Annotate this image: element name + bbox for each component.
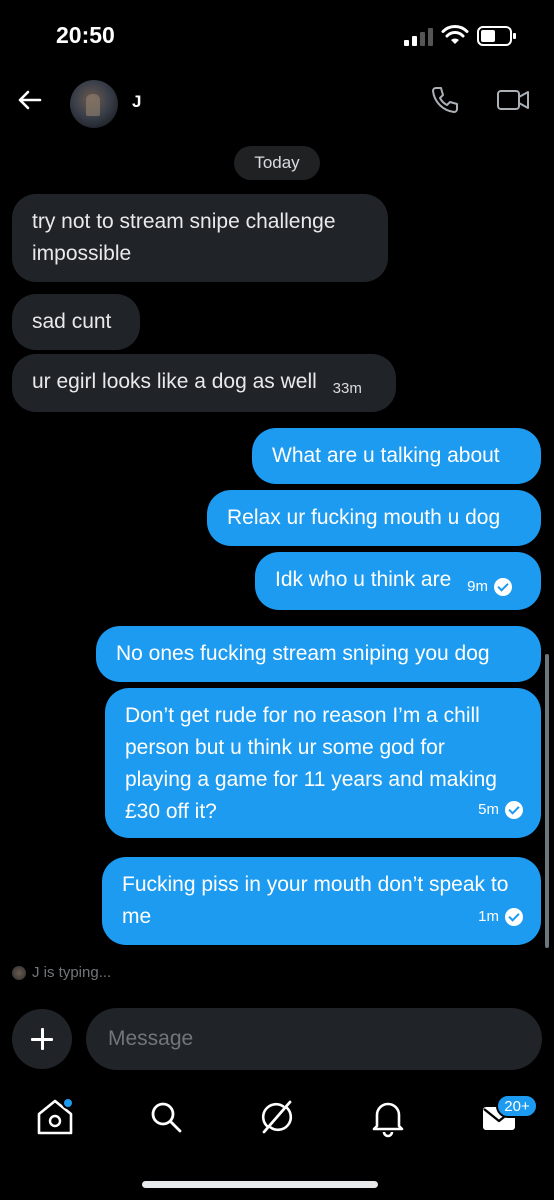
messages-badge: 20+ [496,1094,538,1118]
message-outgoing[interactable]: Fucking piss in your mouth don’t speak t… [102,857,541,945]
typing-avatar [12,965,26,980]
message-time: 33m [332,380,362,397]
message-time: 9m [467,578,488,595]
message-incoming[interactable]: ur egirl looks like a dog as well 33m [12,354,396,412]
wifi-icon [441,25,469,44]
message-meta: 1m [478,901,523,933]
message-incoming[interactable]: try not to stream snipe challenge imposs… [12,194,388,282]
grok-icon[interactable] [254,1094,300,1140]
message-placeholder: Message [108,1027,194,1050]
message-text: ur egirl looks like a dog as well [32,370,317,393]
message-text: Fucking piss in your mouth don’t speak t… [122,873,509,928]
message-text: No ones fucking stream sniping you dog [116,642,490,665]
contact-avatar[interactable] [70,80,118,128]
message-text: What are u talking about [272,444,500,467]
read-receipt-icon [505,908,523,926]
message-input[interactable]: Message [86,1008,542,1070]
message-incoming[interactable]: sad cunt [12,294,140,350]
message-text: Don’t get rude for no reason I’m a chill… [125,704,497,823]
message-outgoing[interactable]: No ones fucking stream sniping you dog [96,626,541,682]
read-receipt-icon [493,578,512,596]
search-icon[interactable] [143,1094,189,1140]
add-attachment-button[interactable] [12,1009,72,1069]
home-icon[interactable] [32,1094,78,1140]
typing-indicator: J is typing... [12,964,111,981]
back-arrow-icon[interactable] [14,84,46,116]
video-call-icon[interactable] [496,84,530,116]
battery-icon [477,26,516,46]
message-text: Relax ur fucking mouth u dog [227,506,501,529]
typing-text: J is typing... [32,964,112,981]
message-outgoing[interactable]: Relax ur fucking mouth u dog [207,490,541,546]
read-receipt-icon [505,801,523,819]
cellular-signal-icon [404,28,434,46]
message-time: 5m [478,801,499,818]
date-divider: Today [234,146,320,180]
message-outgoing[interactable]: Idk who u think are 9m [255,552,541,610]
notifications-bell-icon[interactable] [365,1094,411,1140]
message-time: 1m [478,908,499,925]
message-outgoing[interactable]: Don’t get rude for no reason I’m a chill… [105,688,541,838]
message-text: Idk who u think are [275,568,452,591]
message-meta: 33m [333,373,362,405]
message-meta: 5m [478,794,523,826]
message-meta: 9m [467,571,512,603]
message-outgoing[interactable]: What are u talking about [252,428,541,484]
contact-name[interactable]: J [132,92,141,112]
conversation-header: J [0,70,554,134]
status-time: 20:50 [56,22,115,48]
phone-call-icon[interactable] [428,84,460,116]
status-bar: 20:50 [0,0,554,70]
message-text: try not to stream snipe challenge imposs… [32,210,336,265]
scrollbar[interactable] [545,654,549,948]
home-indicator[interactable] [142,1181,378,1188]
message-text: sad cunt [32,310,112,333]
